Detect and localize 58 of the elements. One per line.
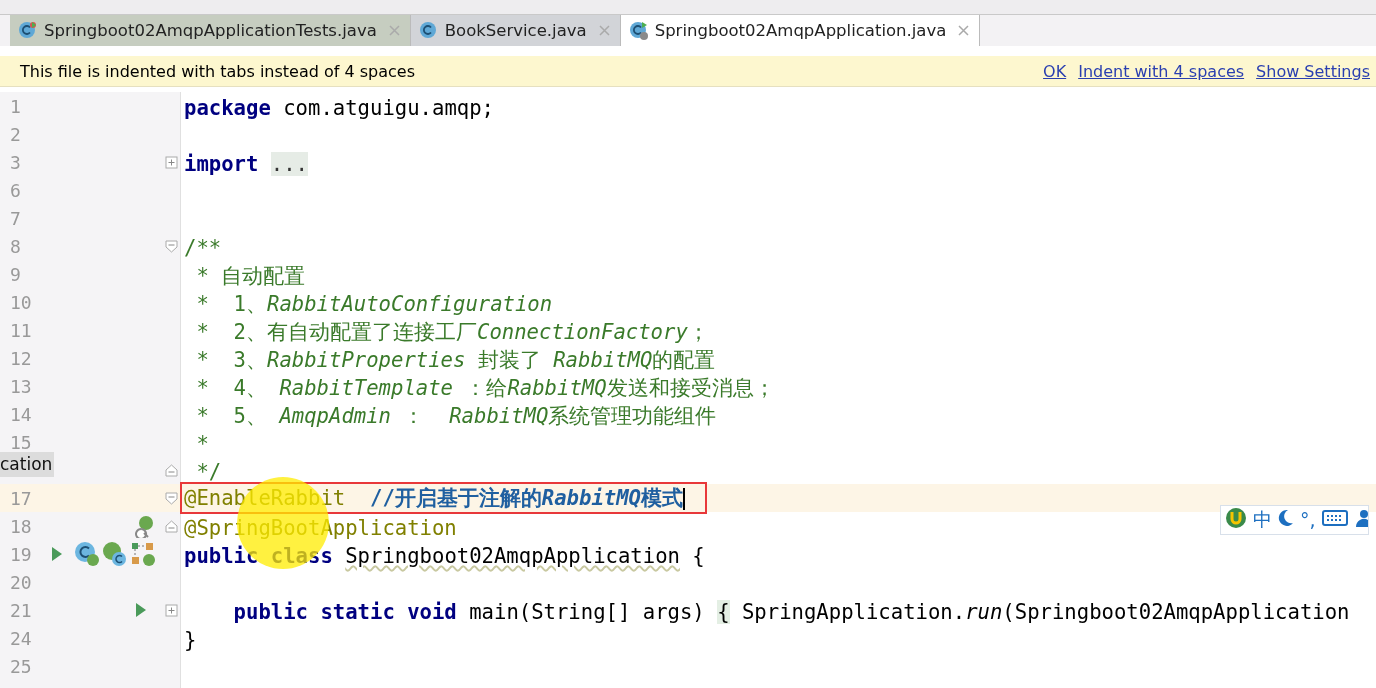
code-line: import ...	[183, 151, 309, 176]
bean-icon[interactable]	[132, 514, 156, 538]
line-number: 6	[9, 179, 22, 201]
line-number: 20	[9, 571, 33, 593]
ime-button[interactable]: 中	[1253, 507, 1272, 533]
class-test-icon	[18, 20, 38, 41]
code-line: * 1、RabbitAutoConfiguration	[195, 291, 554, 316]
code-line: * 3、RabbitProperties 封装了 RabbitMQ的配置	[195, 347, 717, 372]
editor-tab[interactable]: Springboot02AmqpApplicationTests.java	[10, 15, 411, 46]
class-run-icon	[628, 20, 649, 41]
banner-link[interactable]: Show Settings	[1256, 61, 1370, 81]
class-bean-icon[interactable]	[74, 541, 100, 567]
code-line: /**	[183, 235, 223, 260]
code-line: *	[195, 431, 210, 456]
line-number: 24	[9, 627, 33, 649]
line-number: 21	[9, 599, 33, 621]
ime-button[interactable]: °,	[1300, 509, 1316, 531]
banner-link[interactable]: OK	[1043, 61, 1067, 81]
fold-icon[interactable]	[164, 155, 178, 169]
editor-tab[interactable]: BookService.java	[410, 15, 621, 46]
code-line: public static void main(String[] args) { SpringApplication.run(Springboot02AmqpApplication	[232, 599, 1351, 624]
line-number: 12	[9, 347, 33, 369]
code-line: package com.atguigu.amqp;	[183, 95, 495, 120]
tooltip: cation	[0, 452, 55, 477]
line-number: 10	[9, 291, 33, 313]
code-line: * 2、有自动配置了连接工厂ConnectionFactory；	[195, 319, 710, 344]
editor-tab[interactable]: Springboot02AmqpApplication.java	[620, 15, 981, 46]
run-icon[interactable]	[50, 545, 64, 563]
line-number: 19	[9, 543, 33, 565]
line-number: 13	[9, 375, 33, 397]
line-number: 8	[9, 235, 22, 257]
line-number: 3	[9, 151, 22, 173]
fold-icon[interactable]	[164, 463, 178, 477]
line-number: 11	[9, 319, 33, 341]
diagram-icon[interactable]	[130, 541, 156, 567]
code-line: * 自动配置	[195, 263, 307, 288]
banner-link[interactable]: Indent with 4 spaces	[1078, 61, 1245, 81]
line-number: 9	[9, 263, 22, 285]
line-number: 14	[9, 403, 33, 425]
fold-icon[interactable]	[164, 239, 178, 253]
code-line: }	[183, 627, 198, 652]
run-icon[interactable]	[134, 601, 148, 619]
fold-icon[interactable]	[164, 603, 178, 617]
line-number: 15	[9, 431, 33, 453]
bean-class-icon[interactable]	[102, 541, 128, 567]
line-number: 25	[9, 655, 33, 677]
notification-message: This file is indented with tabs instead of 4 spaces	[20, 61, 415, 81]
line-number: 2	[9, 123, 22, 145]
fold-icon[interactable]	[164, 491, 178, 505]
line-number: 7	[9, 207, 22, 229]
line-number: 17	[9, 487, 33, 509]
fold-icon[interactable]	[164, 519, 178, 533]
line-number: 1	[9, 95, 22, 117]
code-line: * 4、 RabbitTemplate ：给RabbitMQ发送和接受消息；	[195, 375, 776, 400]
code-line: */	[195, 459, 223, 484]
line-number: 18	[9, 515, 33, 537]
class-icon	[418, 20, 439, 41]
code-line: * 5、 AmqpAdmin ： RabbitMQ系统管理功能组件	[195, 403, 718, 428]
